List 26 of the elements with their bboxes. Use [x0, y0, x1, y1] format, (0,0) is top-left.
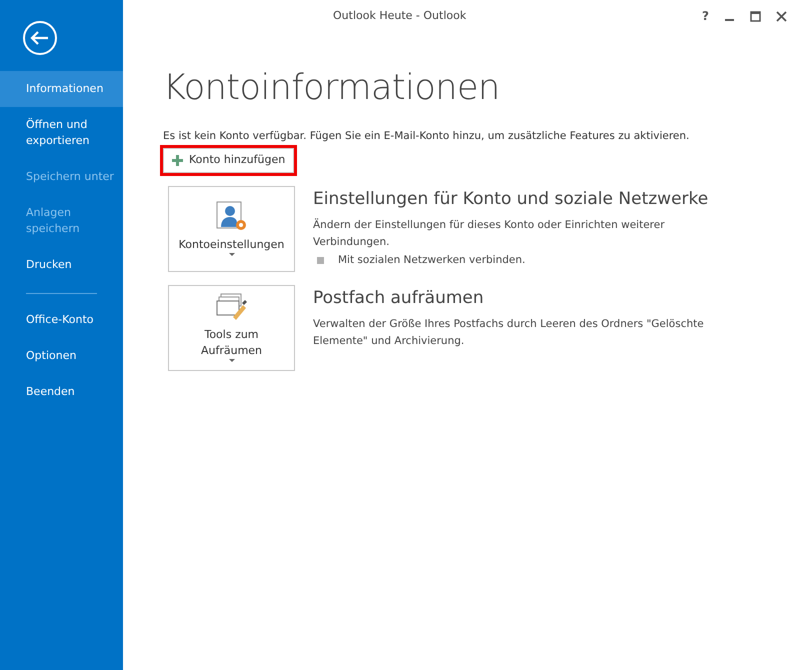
page-heading: Kontoinformationen — [163, 67, 501, 110]
add-account-button[interactable]: Konto hinzufügen — [163, 148, 294, 173]
section-title: Postfach aufräumen — [313, 287, 485, 310]
sidebar-item[interactable]: Beenden — [0, 374, 123, 410]
section-description: Ändern der Einstellungen für dieses Konto oder Einrichten weiterer Verbindungen. — [313, 217, 666, 250]
window-title: Outlook Heute - Outlook — [333, 8, 466, 24]
close-icon[interactable] — [776, 10, 787, 22]
plus-icon — [172, 155, 183, 166]
account-settings-icon — [216, 201, 248, 233]
bullet-text: Mit sozialen Netzwerken verbinden. — [338, 252, 526, 268]
help-button[interactable]: ? — [702, 7, 709, 25]
sidebar-item[interactable]: Öffnen und exportieren — [0, 107, 123, 159]
caret-icon — [228, 359, 234, 363]
tile-button[interactable]: Tools zum Aufräumen — [168, 285, 295, 371]
info-message: Es ist kein Konto verfügbar. Fügen Sie ein E-Mail-Konto hinzu, um zusätzliche Features zu aktivieren. — [163, 128, 690, 144]
back-button[interactable] — [22, 20, 58, 56]
maximize-icon[interactable] — [750, 10, 761, 22]
sidebar-item[interactable]: Optionen — [0, 338, 123, 374]
tile-button[interactable]: Kontoeinstellungen — [168, 186, 295, 272]
caret-icon — [228, 253, 234, 257]
sidebar-item[interactable]: Office-Konto — [0, 302, 123, 338]
sidebar-item[interactable]: Drucken — [0, 247, 123, 283]
bullet-icon — [317, 256, 324, 264]
section-title: Einstellungen für Konto und soziale Netzwerke — [313, 188, 710, 211]
sidebar-item[interactable]: Informationen — [0, 71, 123, 107]
section-description: Verwalten der Größe Ihres Postfachs durch Leeren des Ordners "Gelöschte Elemente" und Archivierung. — [313, 316, 705, 348]
